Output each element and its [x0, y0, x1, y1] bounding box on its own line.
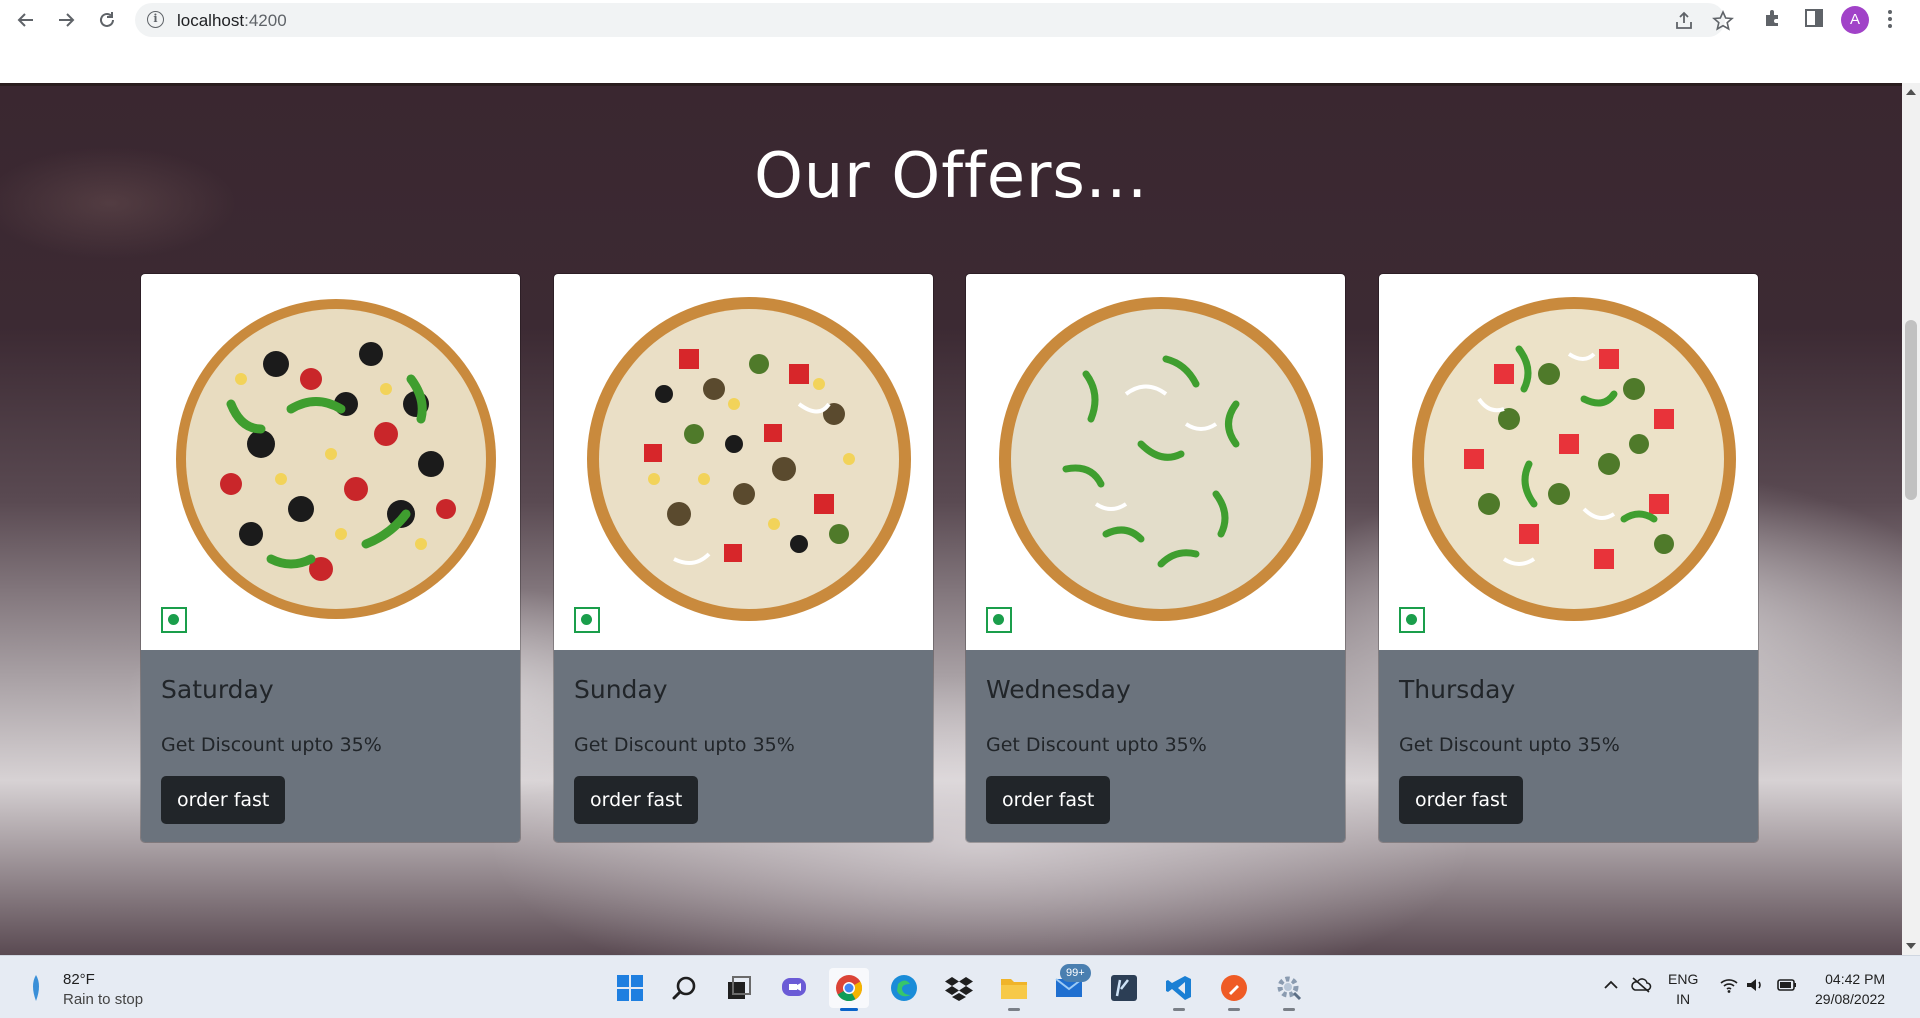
- star-icon[interactable]: [1712, 10, 1734, 32]
- powershell-app-icon[interactable]: [1104, 968, 1144, 1008]
- card-text: Get Discount upto 35%: [574, 734, 795, 756]
- url-text[interactable]: localhost:4200: [177, 11, 287, 31]
- share-icon[interactable]: [1673, 10, 1695, 32]
- file-explorer-icon[interactable]: [994, 968, 1034, 1011]
- vscode-app-icon[interactable]: [1159, 968, 1199, 1011]
- task-view-icon[interactable]: [719, 968, 759, 1008]
- card-body: Wednesday Get Discount upto 35% order fa…: [966, 650, 1345, 842]
- reload-icon[interactable]: [93, 6, 121, 34]
- veg-icon: [986, 607, 1012, 633]
- chrome-app-icon[interactable]: [829, 968, 869, 1011]
- card-title: Thursday: [1399, 675, 1516, 704]
- card-title: Wednesday: [986, 675, 1131, 704]
- page-title: Our Offers...: [754, 139, 1148, 212]
- order-fast-button[interactable]: order fast: [161, 776, 286, 824]
- veg-icon: [574, 607, 600, 633]
- order-fast-button[interactable]: order fast: [986, 776, 1111, 824]
- scroll-down-icon[interactable]: [1906, 943, 1916, 949]
- postman-app-icon[interactable]: [1214, 968, 1254, 1011]
- header-divider: [0, 83, 1902, 86]
- card-text: Get Discount upto 35%: [161, 734, 382, 756]
- order-fast-button[interactable]: order fast: [1399, 776, 1524, 824]
- battery-icon[interactable]: [1776, 976, 1798, 998]
- scroll-up-icon[interactable]: [1906, 89, 1916, 95]
- veg-icon: [1399, 607, 1425, 633]
- teams-chat-icon[interactable]: [774, 968, 814, 1008]
- start-icon[interactable]: [610, 968, 650, 1008]
- mail-count-badge: 99+: [1060, 964, 1091, 982]
- back-icon[interactable]: [12, 6, 40, 34]
- card-body: Thursday Get Discount upto 35% order fas…: [1379, 650, 1758, 842]
- language-indicator[interactable]: ENG IN: [1668, 969, 1698, 1009]
- windows-taskbar: 82°F Rain to stop 99+ ENG IN 04:42 PM 29…: [0, 955, 1920, 1018]
- page-scrollbar[interactable]: [1902, 83, 1920, 955]
- page-viewport: Our Offers... Saturday Get Discount upto…: [0, 83, 1902, 955]
- side-panel-icon[interactable]: [1803, 7, 1825, 29]
- card-text: Get Discount upto 35%: [986, 734, 1207, 756]
- browser-toolbar: i localhost:4200 A: [0, 0, 1920, 83]
- order-fast-button[interactable]: order fast: [574, 776, 699, 824]
- settings-app-icon[interactable]: [1269, 968, 1309, 1011]
- weather-description[interactable]: Rain to stop: [63, 991, 143, 1008]
- pizza-image: [999, 297, 1323, 621]
- offer-card: Thursday Get Discount upto 35% order fas…: [1378, 273, 1759, 843]
- forward-icon[interactable]: [52, 6, 80, 34]
- card-title: Saturday: [161, 675, 274, 704]
- chevron-up-icon[interactable]: [1602, 976, 1620, 998]
- profile-avatar[interactable]: A: [1841, 6, 1869, 34]
- address-bar[interactable]: i localhost:4200: [135, 3, 1734, 37]
- card-image-area: [966, 274, 1345, 650]
- pizza-image: [1412, 297, 1736, 621]
- weather-rain-icon[interactable]: [28, 973, 44, 1003]
- offer-card: Wednesday Get Discount upto 35% order fa…: [965, 273, 1346, 843]
- edge-app-icon[interactable]: [884, 968, 924, 1008]
- weather-temperature[interactable]: 82°F: [63, 971, 95, 988]
- card-body: Saturday Get Discount upto 35% order fas…: [141, 650, 520, 842]
- volume-icon[interactable]: [1745, 976, 1765, 998]
- wifi-icon[interactable]: [1719, 976, 1739, 998]
- card-text: Get Discount upto 35%: [1399, 734, 1620, 756]
- card-image-area: [554, 274, 933, 650]
- dropbox-app-icon[interactable]: [939, 968, 979, 1008]
- menu-icon[interactable]: [1886, 8, 1894, 32]
- card-image-area: [141, 274, 520, 650]
- pizza-image: [587, 297, 911, 621]
- extensions-icon[interactable]: [1762, 7, 1784, 29]
- info-icon[interactable]: i: [147, 11, 164, 28]
- card-image-area: [1379, 274, 1758, 650]
- offer-card: Saturday Get Discount upto 35% order fas…: [140, 273, 521, 843]
- search-icon[interactable]: [665, 968, 705, 1008]
- system-clock[interactable]: 04:42 PM 29/08/2022: [1815, 969, 1885, 1009]
- card-title: Sunday: [574, 675, 668, 704]
- pizza-image: [176, 299, 496, 619]
- offer-card: Sunday Get Discount upto 35% order fast: [553, 273, 934, 843]
- veg-icon: [161, 607, 187, 633]
- onedrive-offline-icon[interactable]: [1630, 976, 1652, 998]
- card-body: Sunday Get Discount upto 35% order fast: [554, 650, 933, 842]
- scroll-thumb[interactable]: [1905, 320, 1917, 500]
